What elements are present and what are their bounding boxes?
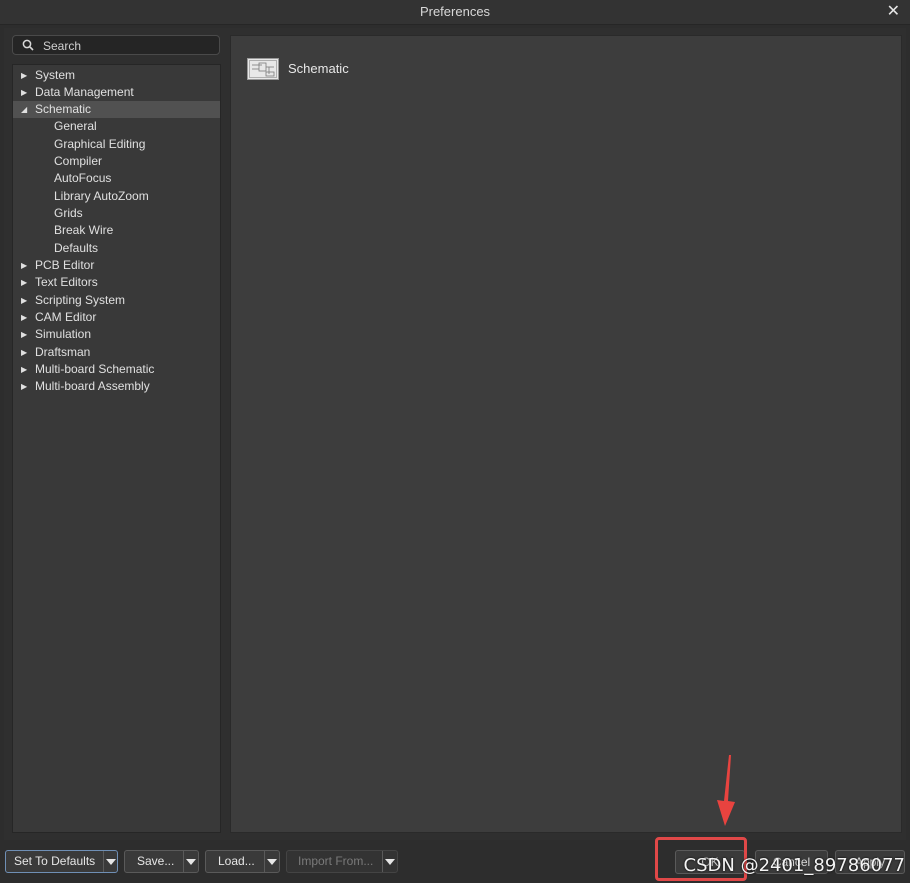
window-title: Preferences <box>419 4 491 19</box>
expand-arrow-icon[interactable]: ▶ <box>21 378 27 395</box>
expand-arrow-icon[interactable]: ▶ <box>21 326 27 343</box>
tree-item-label: Defaults <box>54 241 99 255</box>
save-button[interactable]: Save... <box>124 850 199 873</box>
tree-item-label: Draftsman <box>35 345 91 359</box>
tree-item-cam-editor[interactable]: ▶ CAM Editor <box>13 309 220 326</box>
import-from-label: Import From... <box>298 854 374 868</box>
tree-item-text-editors[interactable]: ▶ Text Editors <box>13 274 220 291</box>
tree-item-label: Compiler <box>54 154 103 168</box>
tree-item-scripting-system[interactable]: ▶ Scripting System <box>13 292 220 309</box>
tree-item-grids[interactable]: Grids <box>13 205 220 222</box>
preferences-tree: ▶ System ▶ Data Management ◢ Schematic G… <box>12 64 221 833</box>
search-box[interactable] <box>12 35 220 55</box>
expand-arrow-icon[interactable]: ▶ <box>21 67 27 84</box>
tree-item-label: Multi-board Schematic <box>35 362 155 376</box>
search-icon <box>22 39 34 51</box>
annotation-arrow-icon <box>717 755 735 826</box>
load-label: Load... <box>218 854 255 868</box>
expand-arrow-icon[interactable]: ▶ <box>21 344 27 361</box>
expand-arrow-icon[interactable]: ▶ <box>21 257 27 274</box>
tree-item-label: Library AutoZoom <box>54 189 149 203</box>
close-icon[interactable]: ✕ <box>887 1 900 21</box>
tree-item-graphical-editing[interactable]: Graphical Editing <box>13 136 220 153</box>
content-panel: Schematic <box>230 35 902 833</box>
tree-item-label: General <box>54 119 97 133</box>
set-to-defaults-dropdown-icon[interactable] <box>103 851 117 872</box>
tree-item-general[interactable]: General <box>13 118 220 135</box>
tree-item-multi-board-schematic[interactable]: ▶ Multi-board Schematic <box>13 361 220 378</box>
tree-item-label: Break Wire <box>54 223 114 237</box>
tree-item-data-management[interactable]: ▶ Data Management <box>13 84 220 101</box>
set-to-defaults-button[interactable]: Set To Defaults <box>5 850 118 873</box>
tree-item-defaults[interactable]: Defaults <box>13 240 220 257</box>
tree-item-compiler[interactable]: Compiler <box>13 153 220 170</box>
tree-item-library-autozoom[interactable]: Library AutoZoom <box>13 188 220 205</box>
tree-item-label: Graphical Editing <box>54 137 146 151</box>
tree-item-autofocus[interactable]: AutoFocus <box>13 170 220 187</box>
tree-item-break-wire[interactable]: Break Wire <box>13 222 220 239</box>
tree-item-label: Data Management <box>35 85 134 99</box>
tree-item-schematic[interactable]: ◢ Schematic <box>13 101 220 118</box>
expand-arrow-icon[interactable]: ▶ <box>21 292 27 309</box>
tree-item-label: Text Editors <box>35 275 98 289</box>
expand-arrow-icon[interactable]: ▶ <box>21 274 27 291</box>
tree-item-multi-board-assembly[interactable]: ▶ Multi-board Assembly <box>13 378 220 395</box>
collapse-arrow-icon[interactable]: ◢ <box>21 101 27 118</box>
expand-arrow-icon[interactable]: ▶ <box>21 309 27 326</box>
tree-item-label: Multi-board Assembly <box>35 379 150 393</box>
tree-item-label: AutoFocus <box>54 171 112 185</box>
tree-item-simulation[interactable]: ▶ Simulation <box>13 326 220 343</box>
load-dropdown-icon[interactable] <box>264 851 279 872</box>
tree-item-label: Scripting System <box>35 293 126 307</box>
save-label: Save... <box>137 854 175 868</box>
expand-arrow-icon[interactable]: ▶ <box>21 361 27 378</box>
tree-item-label: Grids <box>54 206 83 220</box>
watermark: CSDN @2401_89786077 <box>683 855 905 876</box>
load-button[interactable]: Load... <box>205 850 280 873</box>
tree-item-label: System <box>35 68 76 82</box>
title-bar: Preferences ✕ <box>0 0 910 25</box>
tree-item-label: Simulation <box>35 327 92 341</box>
save-dropdown-icon[interactable] <box>183 851 198 872</box>
tree-item-pcb-editor[interactable]: ▶ PCB Editor <box>13 257 220 274</box>
import-from-button[interactable]: Import From... <box>286 850 398 873</box>
tree-item-label: Schematic <box>35 102 92 116</box>
search-input[interactable] <box>43 38 213 53</box>
expand-arrow-icon[interactable]: ▶ <box>21 84 27 101</box>
tree-item-draftsman[interactable]: ▶ Draftsman <box>13 344 220 361</box>
page-title: Schematic <box>288 61 349 76</box>
set-to-defaults-label: Set To Defaults <box>14 854 96 868</box>
schematic-page-icon <box>247 58 279 80</box>
tree-item-label: PCB Editor <box>35 258 95 272</box>
tree-item-label: CAM Editor <box>35 310 97 324</box>
tree-item-system[interactable]: ▶ System <box>13 67 220 84</box>
import-from-dropdown-icon[interactable] <box>382 851 397 872</box>
